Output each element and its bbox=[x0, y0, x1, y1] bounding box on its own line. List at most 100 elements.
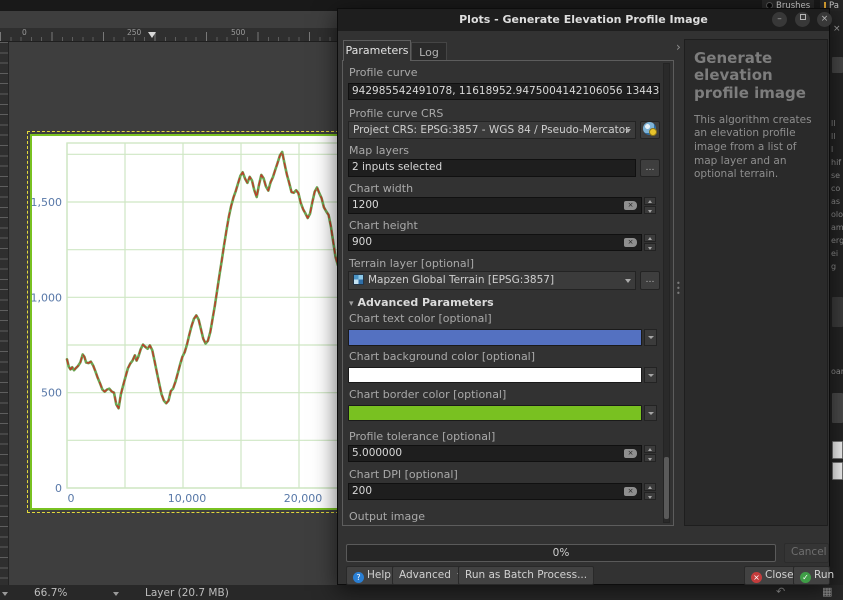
terrain-layer-browse-button[interactable]: … bbox=[640, 271, 660, 290]
close-window-button[interactable]: × bbox=[817, 12, 832, 27]
splitter-handle[interactable]: ••• bbox=[676, 281, 679, 303]
profile-curve-crs-select[interactable]: Project CRS: EPSG:3857 - WGS 84 / Pseudo… bbox=[348, 121, 636, 139]
svg-text:1,000: 1,000 bbox=[32, 291, 62, 304]
help-panel-collapse-icon[interactable]: › bbox=[676, 40, 681, 54]
grid-panel-icon[interactable]: ▦ bbox=[822, 585, 832, 598]
terrain-layer-select[interactable]: Mapzen Global Terrain [EPSG:3857] bbox=[348, 271, 636, 290]
unit-dropdown[interactable] bbox=[2, 587, 8, 599]
panel-text-fragment: olo bbox=[831, 210, 843, 219]
svg-text:0: 0 bbox=[55, 482, 62, 495]
panel-text-fragment: erg bbox=[831, 236, 843, 245]
chart-background-color-swatch[interactable] bbox=[348, 367, 642, 383]
chart-dpi-spinner[interactable] bbox=[644, 483, 656, 500]
advanced-button-label: Advanced bbox=[399, 569, 451, 581]
ruler-label: 0 bbox=[22, 28, 29, 37]
zoom-level-value[interactable]: 66.7% bbox=[34, 587, 67, 599]
profile-tolerance-input[interactable]: 5.000000 × bbox=[348, 445, 642, 462]
raster-layer-icon bbox=[353, 274, 364, 285]
zoom-dropdown-chevron-icon[interactable] bbox=[113, 587, 119, 599]
profile-curve-crs-label: Profile curve CRS bbox=[349, 107, 443, 120]
panel-text-fragment: l bbox=[831, 145, 833, 154]
panel-fragment bbox=[832, 57, 843, 73]
chart-width-input[interactable]: 1200 × bbox=[348, 197, 642, 214]
parameters-panel: Profile curve 942985542491078, 11618952.… bbox=[342, 60, 674, 526]
crs-globe-icon bbox=[643, 122, 656, 135]
chart-border-color-swatch[interactable] bbox=[348, 405, 642, 421]
elevation-chart-image: 05001,0001,500010,00020,000 bbox=[30, 134, 346, 510]
ruler-label: 250 bbox=[127, 28, 143, 37]
dialog-title: Plots - Generate Elevation Profile Image bbox=[338, 13, 829, 26]
panel-text-fragment: ll bbox=[831, 132, 835, 141]
run-as-batch-button[interactable]: Run as Batch Process... bbox=[458, 566, 594, 585]
background-panel-strip: × lllllhifsecoasoloamergeig oar bbox=[830, 11, 843, 585]
chart-height-input[interactable]: 900 × bbox=[348, 234, 642, 251]
clear-value-icon[interactable]: × bbox=[624, 449, 637, 458]
profile-curve-label: Profile curve bbox=[349, 66, 418, 79]
panel-text-fragment: g bbox=[831, 262, 836, 271]
chart-border-color-dropdown[interactable] bbox=[644, 405, 657, 421]
help-button[interactable]: ?Help bbox=[346, 566, 398, 585]
profile-tolerance-label: Profile tolerance [optional] bbox=[349, 430, 495, 443]
progress-bar: 0% bbox=[346, 544, 776, 562]
help-button-label: Help bbox=[367, 569, 391, 581]
profile-tolerance-value: 5.000000 bbox=[352, 447, 402, 459]
chart-height-value: 900 bbox=[352, 236, 372, 248]
svg-text:500: 500 bbox=[41, 387, 62, 400]
chart-width-spinner[interactable] bbox=[644, 197, 656, 214]
map-layers-input[interactable]: 2 inputs selected bbox=[348, 159, 636, 177]
ruler-position-marker-icon bbox=[148, 32, 156, 38]
terrain-layer-value: Mapzen Global Terrain [EPSG:3857] bbox=[368, 274, 554, 286]
maximize-button[interactable] bbox=[795, 12, 810, 27]
history-undo-icon[interactable]: ↶ bbox=[776, 585, 785, 598]
chart-dpi-label: Chart DPI [optional] bbox=[349, 468, 458, 481]
advanced-parameters-label: Advanced Parameters bbox=[358, 296, 494, 309]
help-icon: ? bbox=[353, 572, 364, 583]
clear-value-icon[interactable]: × bbox=[624, 487, 637, 496]
panel-fragment bbox=[832, 393, 843, 423]
chevron-down-icon bbox=[625, 129, 631, 133]
profile-tolerance-spinner[interactable] bbox=[644, 445, 656, 462]
color-swatch-fragment bbox=[832, 441, 843, 459]
profile-curve-input[interactable]: 942985542491078, 11618952.94750041421060… bbox=[348, 83, 660, 100]
vertical-ruler[interactable] bbox=[0, 42, 9, 585]
color-swatch-fragment bbox=[832, 462, 843, 480]
chart-width-label: Chart width bbox=[349, 182, 413, 195]
help-heading: Generate elevation profile image bbox=[694, 50, 818, 102]
scrollbar-thumb[interactable] bbox=[664, 457, 669, 519]
select-crs-button[interactable] bbox=[640, 121, 660, 139]
status-bar: 66.7% Layer (20.7 MB) ↶ ▦ bbox=[0, 585, 843, 600]
collapse-arrow-icon: ▾ bbox=[349, 299, 354, 309]
chart-text-color-dropdown[interactable] bbox=[644, 329, 657, 346]
svg-text:0: 0 bbox=[68, 492, 75, 505]
output-image-label: Output image bbox=[349, 510, 425, 523]
chart-text-color-label: Chart text color [optional] bbox=[349, 312, 492, 325]
panel-text-fragment: ll bbox=[831, 119, 835, 128]
tab-parameters[interactable]: Parameters bbox=[343, 40, 411, 61]
minimize-button[interactable]: – bbox=[772, 12, 787, 27]
run-button[interactable]: ✓Run bbox=[793, 566, 830, 585]
chart-dpi-value: 200 bbox=[352, 485, 372, 497]
chart-dpi-input[interactable]: 200 × bbox=[348, 483, 642, 500]
run-button-label: Run bbox=[814, 569, 834, 581]
panel-text-fragment: as bbox=[831, 197, 840, 206]
run-check-icon: ✓ bbox=[800, 572, 811, 583]
chart-text-color-swatch[interactable] bbox=[348, 329, 642, 346]
close-button-label: Close bbox=[765, 569, 794, 581]
map-layers-browse-button[interactable]: … bbox=[640, 159, 660, 177]
tab-log[interactable]: Log bbox=[411, 42, 447, 61]
chart-height-spinner[interactable] bbox=[644, 234, 656, 251]
clear-value-icon[interactable]: × bbox=[624, 201, 637, 210]
clear-value-icon[interactable]: × bbox=[624, 238, 637, 247]
svg-text:10,000: 10,000 bbox=[168, 492, 207, 505]
parameters-scrollbar[interactable] bbox=[663, 63, 670, 523]
panel-fragment bbox=[832, 297, 843, 327]
terrain-layer-label: Terrain layer [optional] bbox=[349, 257, 474, 270]
panel-close-icon[interactable]: × bbox=[833, 24, 841, 34]
ruler-label: 500 bbox=[231, 28, 247, 37]
dialog-titlebar[interactable]: Plots - Generate Elevation Profile Image… bbox=[338, 9, 829, 31]
map-layers-label: Map layers bbox=[349, 144, 409, 157]
chart-background-color-dropdown[interactable] bbox=[644, 367, 657, 383]
cancel-button[interactable]: Cancel bbox=[784, 543, 829, 563]
advanced-parameters-header[interactable]: ▾ Advanced Parameters bbox=[349, 296, 494, 309]
chart-background-color-label: Chart background color [optional] bbox=[349, 350, 535, 363]
